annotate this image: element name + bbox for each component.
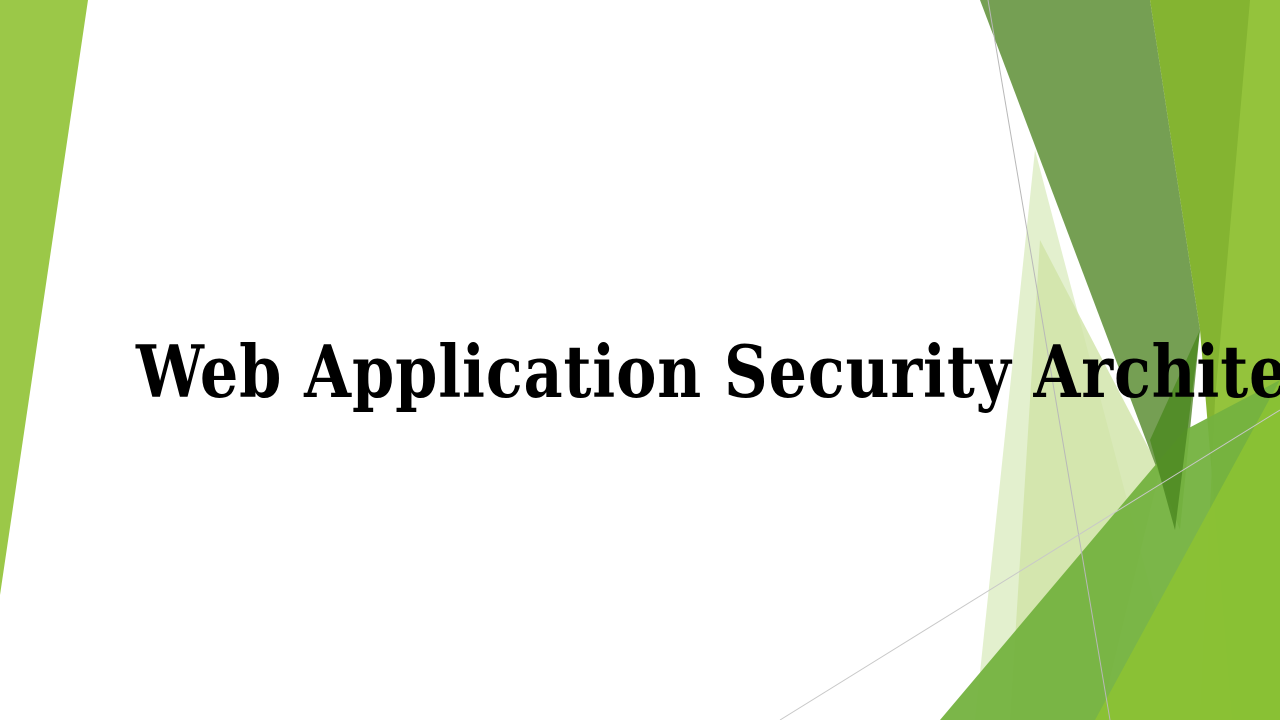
left-green-band: [0, 0, 88, 595]
slide-title: Web Application Security Architecture: [136, 329, 1280, 414]
slide: Web Application Security Architecture: [0, 0, 1280, 720]
